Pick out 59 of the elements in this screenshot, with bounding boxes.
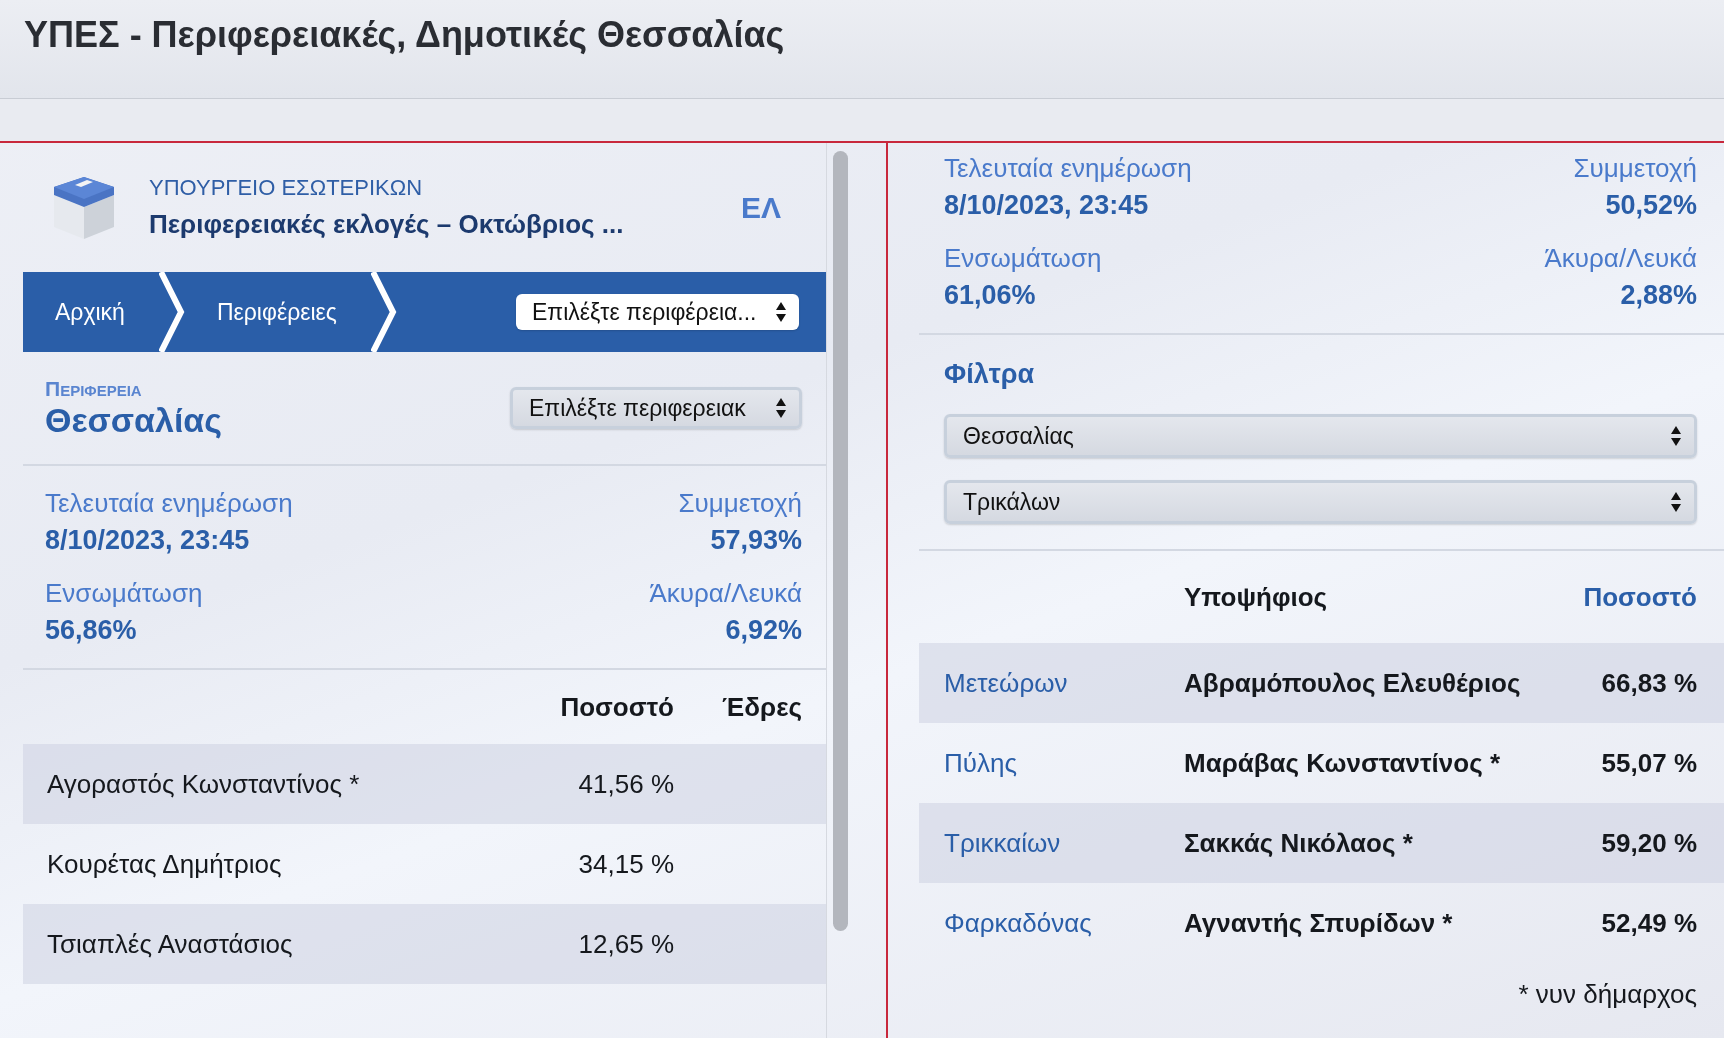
chevron-separator-icon: [158, 272, 185, 352]
breadcrumb-link[interactable]: Περιφέρειες: [184, 298, 371, 326]
percent-cell-text: 52,49 %: [1600, 907, 1697, 939]
column-header: Ποσοστό: [559, 691, 674, 723]
stat-label: Ενσωμάτωση: [944, 243, 1102, 274]
select-arrows-icon: [1670, 425, 1682, 447]
stat-label: Τελευταία ενημέρωση: [45, 488, 293, 519]
stat-label: Ενσωμάτωση: [45, 578, 203, 609]
candidate-name: Κουρέτας Δημήτριος: [47, 848, 283, 880]
candidate-name: Μαράβας Κωνσταντίνος *: [1184, 747, 1502, 779]
region-name: Θεσσαλίας: [45, 400, 222, 440]
percent-cell-text: 41,56 %: [577, 768, 674, 800]
municipality-link[interactable]: Μετεώρων: [944, 667, 1184, 699]
stat-value: 2,88%: [1620, 280, 1697, 311]
filters-title: Φίλτρα: [944, 359, 1036, 390]
dropdown[interactable]: Θεσσαλίας: [944, 414, 1697, 458]
percent-cell-text: 59,20 %: [1600, 827, 1697, 859]
language-link[interactable]: ΕΛ: [740, 190, 781, 225]
stat-label: Συμμετοχή: [678, 488, 802, 519]
select-arrows-icon: [775, 397, 787, 419]
dropdown[interactable]: Επιλέξτε περιφέρεια...: [516, 294, 799, 330]
stat-label: Τελευταία ενημέρωση: [944, 153, 1192, 184]
election-title: Περιφερειακές εκλογές – Οκτώβριος ...: [149, 209, 625, 240]
municipality-link[interactable]: Φαρκαδόνας: [944, 907, 1184, 939]
stat-label: Συμμετοχή: [1573, 153, 1697, 184]
ministry-name: ΥΠΟΥΡΓΕΙΟ ΕΣΩΤΕΡΙΚΩΝ: [149, 175, 424, 201]
percent-cell-text: 55,07 %: [1600, 747, 1697, 779]
stat-label: Άκυρα/Λευκά: [649, 578, 802, 609]
stat-value: 57,93%: [710, 525, 802, 556]
select-arrows-icon: [1670, 491, 1682, 513]
municipality-link[interactable]: Τρικκαίων: [944, 827, 1184, 859]
percent-cell-text: 12,65 %: [577, 928, 674, 960]
chevron-separator-icon: [370, 272, 397, 352]
municipality-link[interactable]: Πύλης: [944, 747, 1184, 779]
stat-value: 8/10/2023, 23:45: [45, 525, 250, 556]
region-label: Περιφερεια: [45, 376, 143, 401]
dropdown[interactable]: Επιλέξτε περιφερειακ: [510, 387, 802, 429]
candidate-name: Τσιαπλές Αναστάσιος: [47, 928, 294, 960]
column-header[interactable]: Ποσοστό: [1547, 581, 1697, 613]
page-title: ΥΠΕΣ - Περιφερειακές, Δημοτικές Θεσσαλίας: [24, 14, 785, 56]
candidate-name: Αγναντής Σπυρίδων *: [1184, 907, 1454, 939]
stat-value: 8/10/2023, 23:45: [944, 190, 1149, 221]
stat-label: Άκυρα/Λευκά: [1544, 243, 1697, 274]
column-header[interactable]: Υποψήφιος: [1184, 581, 1547, 613]
candidate-name: Αγοραστός Κωνσταντίνος *: [47, 768, 361, 800]
candidate-name: Αβραμόπουλος Ελευθέριος: [1184, 667, 1522, 699]
dropdown[interactable]: Τρικάλων: [944, 480, 1697, 524]
percent-cell-text: 34,15 %: [577, 848, 674, 880]
stat-value: 61,06%: [944, 280, 1036, 311]
candidate-name: Σακκάς Νικόλαος *: [1184, 827, 1414, 859]
stat-value: 50,52%: [1605, 190, 1697, 221]
breadcrumb-link[interactable]: Αρχική: [23, 298, 159, 326]
stat-value: 56,86%: [45, 615, 137, 646]
percent-cell-text: 66,83 %: [1600, 667, 1697, 699]
select-arrows-icon: [775, 301, 787, 323]
stat-value: 6,92%: [725, 615, 802, 646]
scrollbar-thumb[interactable]: [833, 151, 848, 931]
footnote: * νυν δήμαρχος: [1518, 978, 1698, 1010]
column-header: Έδρες: [721, 691, 802, 723]
